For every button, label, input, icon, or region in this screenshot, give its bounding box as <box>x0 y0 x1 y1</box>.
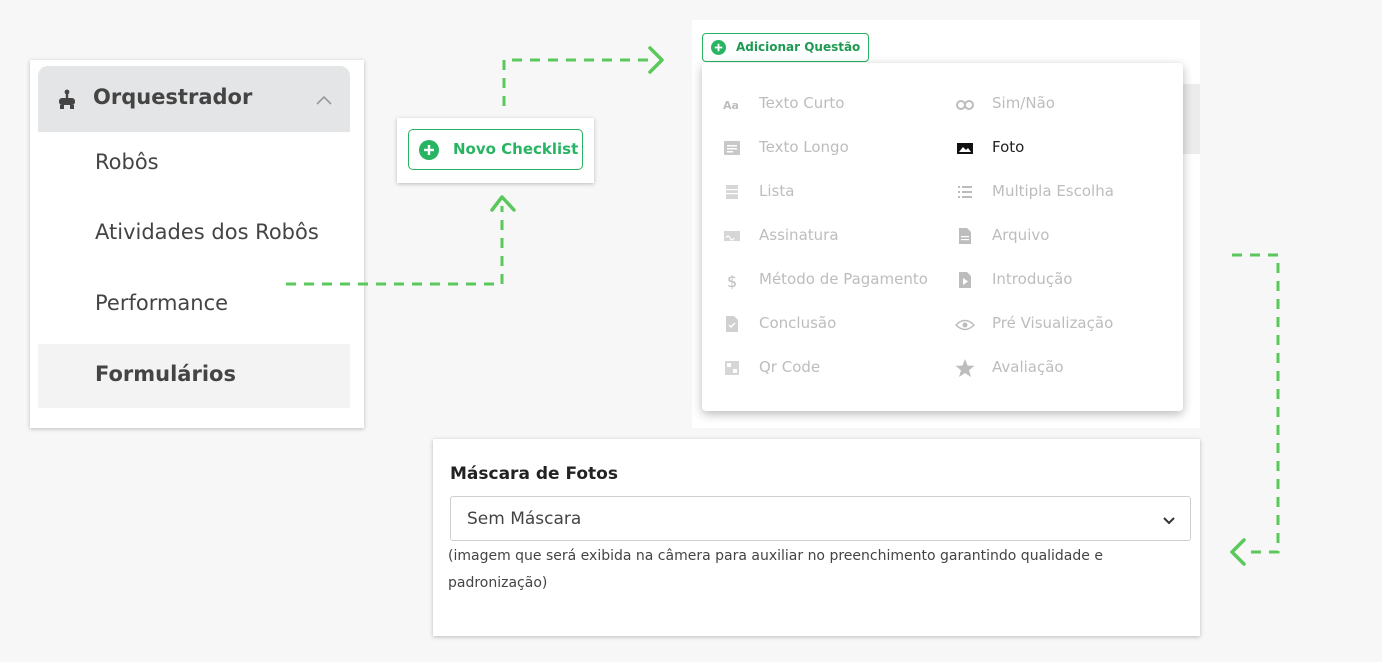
arrow-formularios-to-checklist <box>286 206 504 286</box>
flow-arrows <box>286 46 1280 566</box>
arrow-checklist-to-adicionar <box>502 58 656 106</box>
arrowhead-right <box>648 46 664 74</box>
arrowhead-left <box>1230 538 1246 566</box>
arrow-panel-to-mascara <box>1232 253 1280 554</box>
